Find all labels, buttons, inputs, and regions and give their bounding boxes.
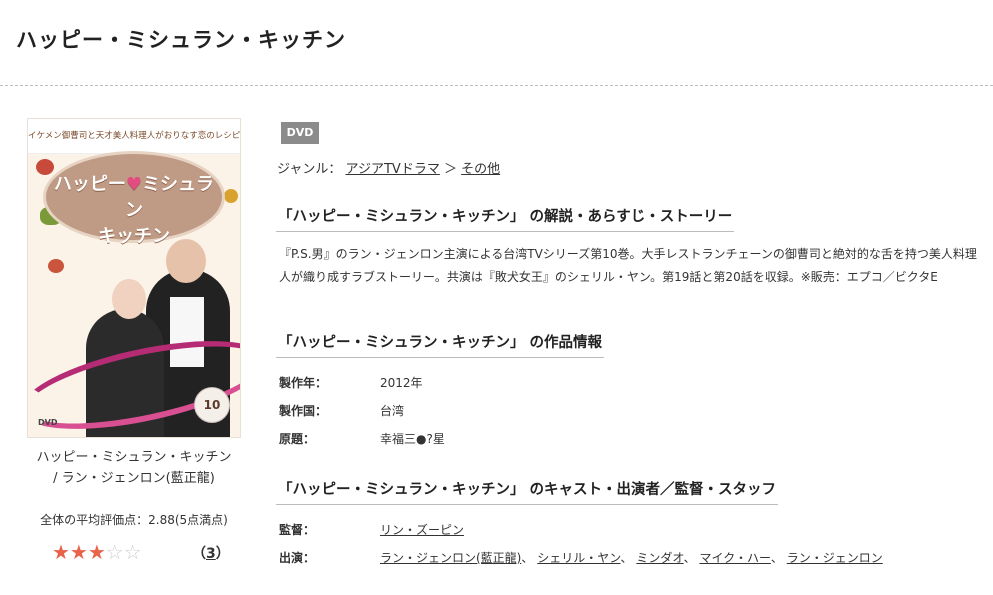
genre-link-asian-tv-drama[interactable]: アジアTVドラマ — [346, 162, 440, 177]
dvd-logo: DVD — [38, 418, 58, 427]
story-heading: 「ハッピー・ミシュラン・キッチン」 の解説・あらすじ・ストーリー — [276, 205, 735, 232]
production-country-value: 台湾 — [380, 404, 405, 418]
production-country-label: 製作国： — [279, 404, 328, 418]
cover-caption: ハッピー・ミシュラン・キッチン / ラン・ジェンロン(藍正龍) — [20, 447, 248, 489]
dvd-cover-image[interactable]: イケメン御曹司と天才美人料理人がおりなす恋のレシピ！ ハッピー♥ミシュラン キッ… — [27, 118, 241, 438]
caption-title: ハッピー・ミシュラン・キッチン — [36, 450, 232, 465]
cast-link[interactable]: ミンダオ — [636, 551, 683, 565]
cast-link[interactable]: ラン・ジェンロン(藍正龍) — [380, 551, 521, 565]
review-count-link[interactable]: 3 — [206, 546, 216, 562]
story-text: 『P.S.男』のラン・ジェンロン主演による台湾TVシリーズ第10巻。大手レストラ… — [279, 247, 977, 284]
info-heading: 「ハッピー・ミシュラン・キッチン」 の作品情報 — [276, 331, 605, 358]
review-count: （3） — [192, 546, 230, 562]
genre-separator: ＞ — [443, 162, 457, 177]
star-empty-icon: ☆☆ — [105, 540, 142, 564]
tomato-illustration-2 — [48, 259, 64, 273]
cast-link[interactable]: ラン・ジェンロン — [787, 551, 883, 565]
cast-list: ラン・ジェンロン(藍正龍)、 シェリル・ヤン、 ミンダオ、 マイク・ハー、 ラン… — [380, 549, 883, 566]
genre-label: ジャンル： — [277, 162, 342, 177]
cover-tagline: イケメン御曹司と天才美人料理人がおりなす恋のレシピ！ — [28, 119, 240, 154]
page-title: ハッピー・ミシュラン・キッチン — [16, 28, 346, 52]
cast-heading: 「ハッピー・ミシュラン・キッチン」 のキャスト・出演者／監督・スタッフ — [276, 478, 779, 505]
caption-actor: / ラン・ジェンロン(藍正龍) — [53, 471, 215, 486]
cover-title-part3: キッチン — [98, 226, 170, 247]
cast-separator: 、 — [521, 551, 534, 565]
average-rating-text: 全体の平均評価点：2.88(5点満点) — [40, 513, 228, 527]
original-title-label: 原題： — [279, 432, 316, 446]
cover-title-plate: ハッピー♥ミシュラン キッチン — [43, 151, 225, 247]
director-label: 監督： — [279, 523, 316, 537]
cast-separator: 、 — [683, 551, 696, 565]
format-badge: DVD — [281, 122, 319, 144]
heart-icon: ♥ — [125, 174, 143, 195]
production-year-label: 製作年： — [279, 376, 328, 390]
actor-face — [166, 239, 206, 283]
genre-breadcrumb: ジャンル： アジアTVドラマ ＞ その他 — [277, 158, 500, 177]
cast-link[interactable]: シェリル・ヤン — [537, 551, 620, 565]
star-rating: ★★★☆☆ — [52, 540, 142, 564]
title-divider — [0, 85, 993, 86]
volume-badge: 10 — [194, 387, 230, 423]
actress-face — [112, 279, 146, 319]
tomato-illustration — [36, 159, 54, 175]
fruit-illustration — [224, 189, 238, 203]
cast-separator: 、 — [620, 551, 633, 565]
cast-label: 出演： — [279, 551, 316, 565]
cast-link[interactable]: マイク・ハー — [699, 551, 770, 565]
original-title-value: 幸福三●?星 — [380, 432, 445, 446]
director-link[interactable]: リン・ズーピン — [380, 523, 464, 537]
star-filled-icon: ★★★ — [52, 540, 106, 564]
director-value: リン・ズーピン — [380, 521, 464, 538]
production-year-value: 2012年 — [380, 376, 423, 390]
genre-link-other[interactable]: その他 — [461, 162, 500, 177]
cover-title-part1: ハッピー — [53, 174, 126, 195]
cast-separator: 、 — [770, 551, 783, 565]
